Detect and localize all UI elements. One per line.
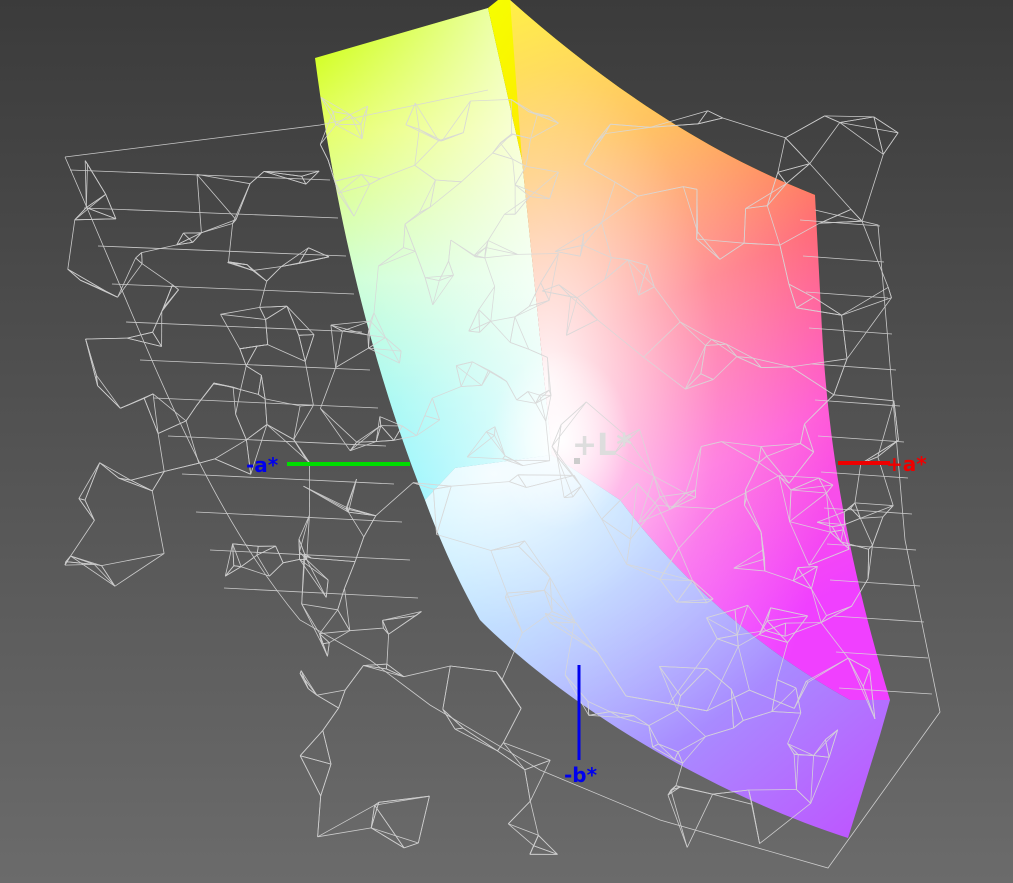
wireframe-edge xyxy=(367,334,369,349)
axis-label-plus-a: +a* xyxy=(886,452,927,476)
wireframe-edge xyxy=(141,252,143,264)
wireframe-edge xyxy=(748,789,797,791)
wireframe-edge xyxy=(494,426,496,436)
axis-label-minus-a: -a* xyxy=(246,453,279,477)
wireframe-edge xyxy=(867,549,869,579)
axis-label-plus-l: +L* xyxy=(572,428,632,463)
gamut-3d-view: +L* -a* +a* -b* xyxy=(0,0,1013,883)
wireframe-edge xyxy=(785,622,822,624)
axis-label-minus-b: -b* xyxy=(564,763,598,787)
